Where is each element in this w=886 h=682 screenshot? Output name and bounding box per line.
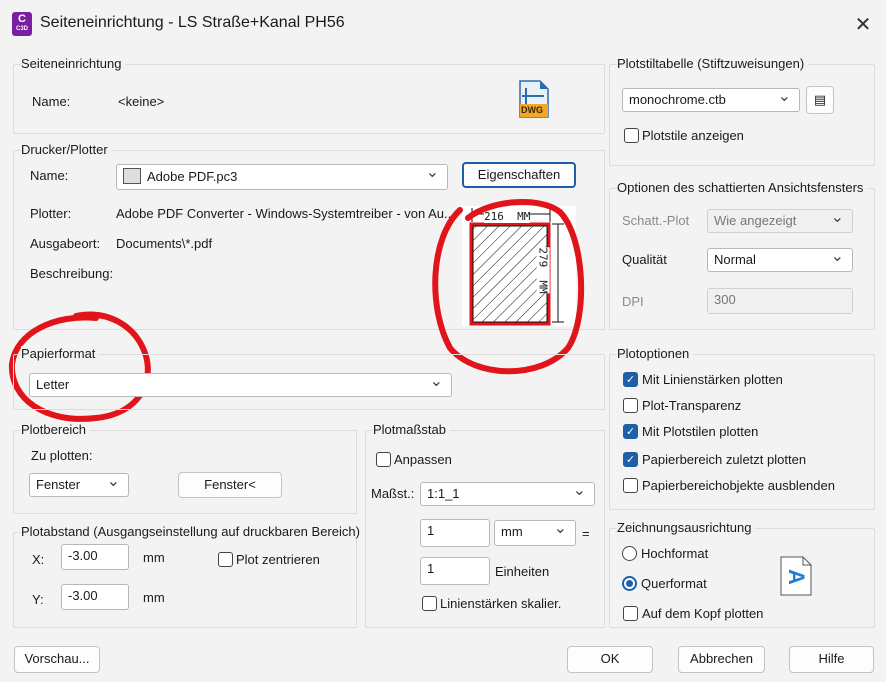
- ok-button[interactable]: OK: [567, 646, 653, 673]
- plot-paperspace-last-label: Papierbereich zuletzt plotten: [642, 452, 807, 467]
- close-icon[interactable]: ✕: [852, 12, 874, 37]
- plot-style-edit-icon[interactable]: ▤: [806, 86, 834, 114]
- orientation-label: Zeichnungsausrichtung: [617, 520, 756, 535]
- scale-paper-input[interactable]: 1: [420, 519, 490, 547]
- y-offset-input[interactable]: -3.00: [61, 584, 129, 610]
- what-to-plot-label: Zu plotten:: [31, 448, 93, 463]
- scale-select[interactable]: 1:1_1: [420, 480, 595, 506]
- shade-plot-select[interactable]: Wie angezeigt: [707, 207, 853, 233]
- hide-paperspace-objects-label: Papierbereichobjekte ausblenden: [642, 478, 835, 493]
- portrait-label: Hochformat: [641, 546, 709, 561]
- paper-size-label: Papierformat: [21, 346, 100, 361]
- plot-offset-label: Plotabstand (Ausgangseinstellung auf dru…: [21, 524, 364, 539]
- scale-lineweights-checkbox[interactable]: [422, 596, 437, 611]
- orientation-glyph: A: [783, 569, 809, 585]
- plotter-label: Plotter:: [30, 206, 72, 221]
- what-to-plot-select[interactable]: Fenster: [29, 471, 129, 497]
- plot-style-label: Plotstiltabelle (Stiftzuweisungen): [617, 56, 809, 71]
- landscape-radio[interactable]: [622, 576, 637, 591]
- shaded-viewport-label: Optionen des schattierten Ansichtsfenste…: [617, 180, 868, 195]
- plot-style-group: [609, 64, 875, 166]
- preview-button[interactable]: Vorschau...: [14, 646, 100, 673]
- center-plot-checkbox[interactable]: [218, 552, 233, 567]
- plot-transparency-label: Plot-Transparenz: [642, 398, 742, 413]
- upside-down-label: Auf dem Kopf plotten: [642, 606, 764, 621]
- printer-icon: [123, 168, 141, 184]
- cancel-button[interactable]: Abbrechen: [678, 646, 765, 673]
- printer-name-label: Name:: [30, 168, 69, 183]
- scale-label: Maßst.:: [371, 486, 415, 501]
- page-setup-name: <keine>: [118, 94, 165, 109]
- x-offset-input[interactable]: -3.00: [61, 544, 129, 570]
- plotter-value: Adobe PDF Converter - Windows-Systemtrei…: [116, 206, 455, 221]
- plot-with-styles-label: Mit Plotstilen plotten: [642, 424, 759, 439]
- output-label: Ausgabeort:: [30, 236, 101, 251]
- plot-options-label: Plotoptionen: [617, 346, 694, 361]
- app-icon: C C3D: [12, 12, 32, 36]
- dwg-badge: DWG: [521, 105, 543, 115]
- window-title: Seiteneinrichtung - LS Straße+Kanal PH56: [40, 14, 345, 31]
- x-label: X:: [32, 552, 45, 567]
- page-setup-label: Seiteneinrichtung: [21, 56, 126, 71]
- show-plot-styles-label: Plotstile anzeigen: [642, 128, 744, 143]
- center-plot-label: Plot zentrieren: [236, 552, 320, 567]
- plot-area-label: Plotbereich: [21, 422, 91, 437]
- portrait-radio[interactable]: [622, 546, 637, 561]
- fit-to-paper-label: Anpassen: [394, 452, 452, 467]
- plot-paperspace-last-checkbox[interactable]: ✓: [623, 452, 638, 467]
- name-label: Name:: [32, 94, 71, 109]
- orientation-preview-icon: A: [780, 556, 812, 596]
- y-label: Y:: [32, 592, 44, 607]
- properties-button[interactable]: Eigenschaften: [462, 162, 576, 188]
- scale-unit-select[interactable]: mm: [494, 518, 576, 546]
- page-setup-group: [13, 64, 605, 134]
- plot-style-select[interactable]: monochrome.ctb: [622, 86, 800, 112]
- plot-lineweights-label: Mit Linienstärken plotten: [642, 372, 783, 387]
- x-unit: mm: [143, 550, 165, 565]
- scale-lineweights-label: Linienstärken skalier.: [440, 596, 562, 611]
- plot-transparency-checkbox[interactable]: [623, 398, 638, 413]
- plot-lineweights-checkbox[interactable]: ✓: [623, 372, 638, 387]
- printer-select[interactable]: Adobe PDF.pc3: [116, 162, 448, 190]
- dpi-label: DPI: [622, 294, 644, 309]
- shade-plot-label: Schatt.-Plot: [622, 213, 690, 228]
- upside-down-checkbox[interactable]: [623, 606, 638, 621]
- dwg-icon: DWG: [518, 80, 550, 118]
- paper-size-select[interactable]: Letter: [29, 371, 452, 397]
- plot-with-styles-checkbox[interactable]: ✓: [623, 424, 638, 439]
- window-pick-button[interactable]: Fenster<: [178, 472, 282, 498]
- scale-equals: =: [582, 526, 590, 541]
- quality-select[interactable]: Normal: [707, 246, 853, 272]
- plot-scale-label: Plotmaßstab: [373, 422, 450, 437]
- fit-to-paper-checkbox[interactable]: [376, 452, 391, 467]
- hide-paperspace-objects-checkbox[interactable]: [623, 478, 638, 493]
- description-label: Beschreibung:: [30, 266, 114, 281]
- printer-label: Drucker/Plotter: [21, 142, 112, 157]
- output-value: Documents\*.pdf: [116, 236, 213, 251]
- help-button[interactable]: Hilfe: [789, 646, 874, 673]
- show-plot-styles-checkbox[interactable]: [624, 128, 639, 143]
- landscape-label: Querformat: [641, 576, 707, 591]
- scale-units-label: Einheiten: [495, 564, 550, 579]
- scale-drawing-input[interactable]: 1: [420, 557, 490, 585]
- dpi-input[interactable]: 300: [707, 288, 853, 314]
- y-unit: mm: [143, 590, 165, 605]
- quality-label: Qualität: [622, 252, 667, 267]
